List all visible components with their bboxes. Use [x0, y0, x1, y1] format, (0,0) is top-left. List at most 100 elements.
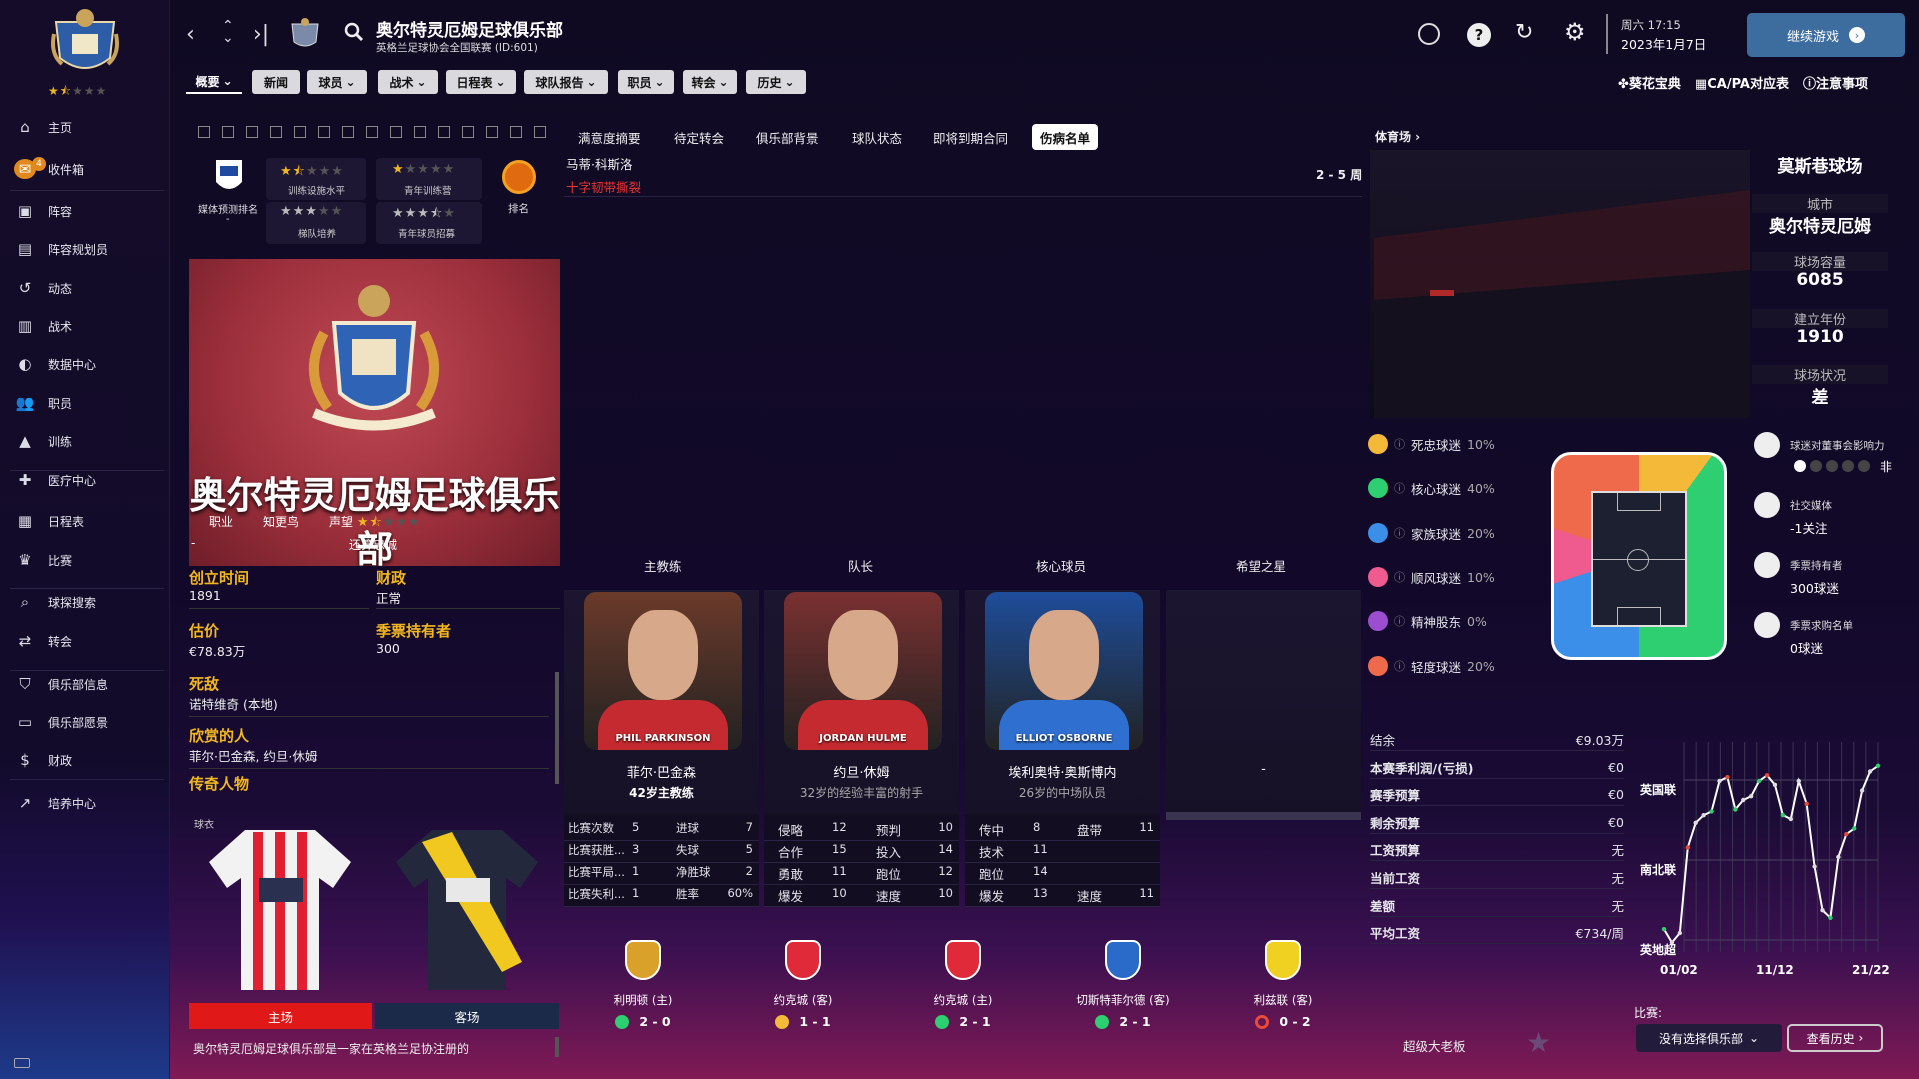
home-kit-icon[interactable] [205, 822, 355, 994]
link-guide[interactable]: ✤葵花宝典 [1618, 73, 1681, 92]
sidebar-divider [10, 588, 164, 589]
person-card[interactable]: PHIL PARKINSON 菲尔·巴金森 42岁主教练 [564, 590, 759, 815]
subtab-3[interactable]: 球队状态 [844, 124, 910, 150]
league-label[interactable]: 英格兰足球协会全国联赛 (ID:601) [376, 40, 538, 55]
facts-scrollbar[interactable] [555, 672, 559, 784]
sidebar-item-transfer[interactable]: ⇄ 转会 [0, 626, 164, 656]
sidebar-item-calendar[interactable]: ▦ 日程表 [0, 506, 164, 536]
sidebar-item-data-hub[interactable]: ◐ 数据中心 [0, 349, 164, 379]
fan-segment[interactable]: ⓘ 顺风球迷 10% [1368, 565, 1495, 589]
info-icon[interactable]: ⓘ [1394, 480, 1405, 496]
stadium-header[interactable]: 体育场 › [1375, 128, 1420, 145]
filter-checkbox[interactable] [270, 126, 282, 138]
filter-checkbox[interactable] [486, 126, 498, 138]
sidebar-item-home[interactable]: ⌂ 主页 [0, 112, 164, 142]
menu-5[interactable]: 球队报告 ⌄ [524, 70, 608, 94]
menu-4[interactable]: 日程表 ⌄ [446, 70, 516, 94]
home-kit-tab[interactable]: 主场 [189, 1003, 372, 1029]
person-card[interactable]: ELLIOT OSBORNE 埃利奥特·奥斯博内 26岁的中场队员 [965, 590, 1160, 815]
filter-checkbox[interactable] [342, 126, 354, 138]
up-down-icon[interactable]: ⌃ ⌄ [222, 19, 234, 45]
chevron-down-icon: ⌄ [1748, 1031, 1760, 1045]
menu-7[interactable]: 转会 ⌄ [683, 70, 737, 94]
forward-icon[interactable]: ›| [253, 22, 269, 47]
filter-checkbox[interactable] [534, 126, 546, 138]
header-crest-icon[interactable] [288, 16, 322, 52]
menu-8[interactable]: 历史 ⌄ [746, 70, 806, 94]
info-icon[interactable]: ⓘ [1394, 436, 1405, 452]
club-crest-icon[interactable] [48, 4, 122, 82]
filter-checkbox[interactable] [462, 126, 474, 138]
info-icon[interactable]: ⓘ [1394, 525, 1405, 541]
filter-checkbox[interactable] [510, 126, 522, 138]
view-history-button[interactable]: 查看历史 › [1787, 1024, 1883, 1052]
refresh-icon[interactable]: ↻ [1515, 20, 1533, 45]
filter-checkbox[interactable] [438, 126, 450, 138]
finance-row: 工资预算 无 [1370, 839, 1624, 862]
subtab-4[interactable]: 即将到期合同 [925, 124, 1016, 150]
info-icon[interactable]: ⓘ [1394, 658, 1405, 674]
league-history-chart[interactable]: 英国联 南北联 英地超 01/02 11/12 21/22 [1630, 730, 1910, 1000]
sidebar-item-shirt[interactable]: ▣ 阵容 [0, 196, 164, 226]
menu-0[interactable]: 概要 ⌄ [186, 70, 242, 94]
sidebar-item-development[interactable]: ↗ 培养中心 [0, 788, 164, 818]
subtab-1[interactable]: 待定转会 [666, 124, 732, 150]
filter-checkbox[interactable] [246, 126, 258, 138]
fan-info-label: 季票持有者 [1790, 560, 1843, 572]
stadium-view[interactable] [1370, 150, 1750, 418]
filter-checkbox[interactable] [222, 126, 234, 138]
filter-checkbox[interactable] [294, 126, 306, 138]
menu-1[interactable]: 新闻 [252, 70, 300, 94]
sidebar-item-vision[interactable]: ▭ 俱乐部愿景 [0, 707, 164, 737]
person-card[interactable]: JORDAN HULME 约旦·休姆 32岁的经验丰富的射手 [764, 590, 959, 815]
gear-icon[interactable]: ⚙ [1564, 18, 1586, 46]
subtab-0[interactable]: 满意度摘要 [570, 124, 649, 150]
club-compare-select[interactable]: 没有选择俱乐部 ⌄ [1636, 1024, 1782, 1052]
link-notes[interactable]: ⓘ注意事项 [1803, 73, 1868, 92]
help-icon[interactable]: ? [1467, 23, 1491, 47]
filter-checkbox[interactable] [198, 126, 210, 138]
filter-checkbox[interactable] [318, 126, 330, 138]
menu-2[interactable]: 球员 ⌄ [307, 70, 367, 94]
fan-segment[interactable]: ⓘ 精神股东 0% [1368, 609, 1487, 633]
filter-checkbox[interactable] [390, 126, 402, 138]
sidebar-item-staff[interactable]: 👥 职员 [0, 388, 164, 418]
fan-segment[interactable]: ⓘ 核心球迷 40% [1368, 476, 1495, 500]
away-kit-tab[interactable]: 客场 [375, 1003, 559, 1029]
injury-player[interactable]: 马蒂·科斯洛 [566, 154, 632, 173]
info-icon[interactable]: ⓘ [1394, 569, 1405, 585]
away-kit-icon[interactable] [392, 822, 542, 994]
person-card[interactable]: - [1166, 590, 1361, 820]
profile-rep: 声望 ★⯪★★★ [329, 515, 421, 530]
keyboard-icon[interactable] [14, 1058, 30, 1068]
sidebar-item-scouting[interactable]: ⌕ 球探搜索 [0, 587, 164, 617]
filter-checkbox[interactable] [366, 126, 378, 138]
continue-button[interactable]: 继续游戏 › [1747, 13, 1905, 57]
sidebar-item-trophy[interactable]: ♛ 比赛 [0, 545, 164, 575]
info-icon[interactable]: ⓘ [1394, 613, 1405, 629]
history-point [1717, 778, 1722, 784]
search-icon[interactable] [344, 22, 364, 42]
sidebar-item-training[interactable]: ▲ 训练 [0, 426, 164, 456]
link-capa[interactable]: ▦CA/PA对应表 [1695, 73, 1789, 92]
menu-6[interactable]: 职员 ⌄ [618, 70, 674, 94]
filter-checkbox[interactable] [414, 126, 426, 138]
menu-3[interactable]: 战术 ⌄ [378, 70, 438, 94]
sidebar-item-dynamics[interactable]: ↺ 动态 [0, 273, 164, 303]
subtab-2[interactable]: 俱乐部背景 [748, 124, 827, 150]
sidebar-item-tactics[interactable]: ▥ 战术 [0, 311, 164, 341]
sidebar-item-clipboard[interactable]: ▤ 阵容规划员 [0, 234, 164, 264]
fan-segment[interactable]: ⓘ 死忠球迷 10% [1368, 432, 1495, 456]
globe-icon[interactable] [1418, 23, 1440, 45]
fan-segment[interactable]: ⓘ 家族球迷 20% [1368, 521, 1495, 545]
page-title: 奥尔特灵厄姆足球俱乐部 [376, 21, 563, 41]
fan-segment[interactable]: ⓘ 轻度球迷 20% [1368, 654, 1495, 678]
star-icon[interactable]: ★ [1526, 1026, 1551, 1059]
sidebar-item-inbox[interactable]: ✉ 4 收件箱 [0, 154, 164, 184]
academy-label: 梯队培养 [298, 229, 337, 240]
desc-scrollbar[interactable] [555, 1037, 559, 1057]
subtab-5[interactable]: 伤病名单 [1032, 124, 1099, 150]
sidebar-item-finance[interactable]: $ 财政 [0, 745, 164, 775]
sidebar-item-shield[interactable]: ⛉ 俱乐部信息 [0, 669, 164, 699]
back-icon[interactable]: ‹ [186, 22, 195, 47]
